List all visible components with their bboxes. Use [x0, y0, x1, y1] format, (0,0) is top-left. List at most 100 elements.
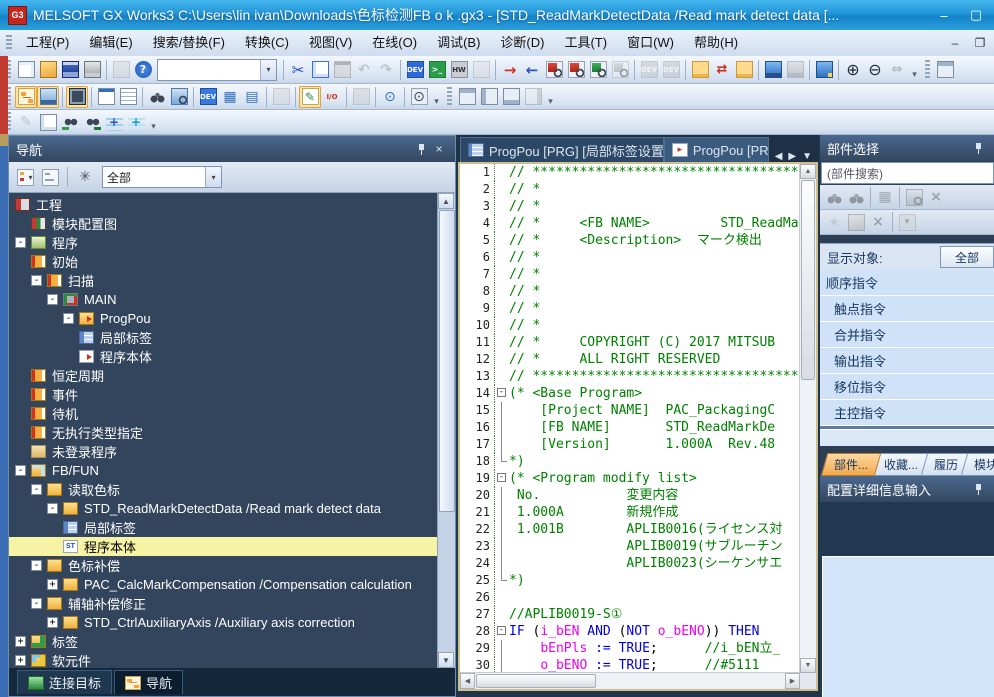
tab-parts[interactable]: 部件... — [821, 453, 882, 476]
favorite-delete-button[interactable]: × — [867, 211, 889, 233]
tree-item[interactable]: 程序本体 — [9, 347, 438, 366]
tree-item[interactable]: -ProgPou — [9, 309, 438, 328]
fold-marker[interactable] — [495, 402, 509, 419]
toolbar-grip[interactable] — [925, 60, 930, 80]
fold-marker[interactable] — [495, 657, 509, 673]
module-configuration-button[interactable] — [66, 86, 88, 108]
menu-item-window[interactable]: 窗口(W) — [617, 31, 684, 55]
list-item[interactable]: 输出指令 — [820, 348, 994, 374]
rebuild-all-button[interactable]: ← — [521, 59, 543, 81]
collapse-icon[interactable]: - — [497, 388, 506, 397]
window-arrange-button[interactable] — [522, 86, 544, 108]
st-editor-button[interactable] — [117, 86, 139, 108]
tab-scroll-right-icon[interactable]: ▶ — [788, 151, 796, 162]
tree-item[interactable]: 待机 — [9, 404, 438, 423]
fold-marker[interactable] — [495, 572, 509, 589]
device-comment-button[interactable]: DEV — [197, 86, 219, 108]
tree-scrollbar[interactable]: ▲ ▼ — [437, 193, 455, 668]
tree-expander-icon[interactable]: - — [31, 275, 42, 286]
tree-item[interactable]: 模块配置图 — [9, 214, 438, 233]
parts-list-view-button[interactable]: ▦ — [874, 186, 896, 208]
list-item[interactable]: 触点指令 — [820, 296, 994, 322]
navigation-window-button[interactable] — [15, 86, 37, 108]
tree-item[interactable]: 局部标签 — [9, 518, 438, 537]
fold-marker[interactable]: - — [495, 385, 509, 402]
statement-button[interactable] — [689, 59, 711, 81]
code-line[interactable]: 3// * — [460, 198, 800, 215]
window-tile-vertical-button[interactable] — [478, 86, 500, 108]
code-line[interactable]: 2// * — [460, 181, 800, 198]
tree-expander-icon[interactable]: - — [15, 237, 26, 248]
code-line[interactable]: 17 [Version] 1.000A Rev.48 — [460, 436, 800, 453]
find-next-button[interactable] — [81, 111, 103, 133]
tree-item[interactable]: -MAIN — [9, 290, 438, 309]
code-line[interactable]: 11// * COPYRIGHT (C) 2017 MITSUB — [460, 334, 800, 351]
code-line[interactable]: 12// * ALL RIGHT RESERVED — [460, 351, 800, 368]
pin-icon[interactable] — [969, 480, 987, 498]
tree-expander-icon[interactable]: - — [31, 484, 42, 495]
fold-marker[interactable] — [495, 436, 509, 453]
help-button[interactable]: ? — [132, 59, 154, 81]
tree-item[interactable]: 初始 — [9, 252, 438, 271]
tab-progpou-program-body[interactable]: ▸ProgPou [PR( — [664, 137, 769, 162]
st-code-area[interactable]: 1// ************************************… — [460, 164, 800, 673]
code-line[interactable]: 10// * — [460, 317, 800, 334]
note-button[interactable] — [733, 59, 755, 81]
parts-filter-button[interactable] — [903, 186, 925, 208]
scroll-down-icon[interactable]: ▼ — [438, 652, 454, 668]
monitor-write-button[interactable] — [813, 59, 835, 81]
find-previous-button[interactable] — [59, 111, 81, 133]
tree-item[interactable]: 恒定周期 — [9, 366, 438, 385]
device-search-button[interactable] — [543, 59, 565, 81]
ladder-editor-button[interactable] — [95, 86, 117, 108]
close-icon[interactable]: × — [430, 140, 448, 158]
tab-navigation[interactable]: 导航 — [114, 670, 183, 694]
maximize-button[interactable]: ▢ — [962, 5, 990, 25]
pin-icon[interactable] — [412, 140, 430, 158]
menu-item-project[interactable]: 工程(P) — [16, 31, 79, 55]
menu-item-edit[interactable]: 编辑(E) — [79, 31, 142, 55]
tab-scroll-left-icon[interactable]: ◀ — [775, 151, 783, 162]
menu-item-debug[interactable]: 调试(B) — [427, 31, 490, 55]
tab-list-menu-icon[interactable]: ▼ — [802, 151, 812, 162]
fold-marker[interactable] — [495, 419, 509, 436]
zoom-in-button[interactable]: ⊕ — [842, 59, 864, 81]
tree-expander-icon[interactable]: - — [31, 598, 42, 609]
tree-expander-icon[interactable]: - — [47, 503, 58, 514]
code-line[interactable]: 14-(* <Base Program> — [460, 385, 800, 402]
print-button[interactable] — [81, 59, 103, 81]
chevron-down-icon[interactable]: ▾ — [205, 167, 221, 187]
favorite-add-button[interactable]: ★ — [823, 211, 845, 233]
tree-item[interactable]: 工程 — [9, 195, 438, 214]
fold-marker[interactable]: - — [495, 470, 509, 487]
favorite-folder-button[interactable] — [845, 211, 867, 233]
tree-display-mode-button[interactable]: ▾ — [14, 166, 36, 188]
device-memory-button[interactable]: ▦ — [219, 86, 241, 108]
comment-edit-button[interactable]: ✎ — [15, 111, 37, 133]
fold-marker[interactable] — [495, 521, 509, 538]
parts-search-input[interactable]: (部件搜索) — [821, 162, 994, 184]
toolbar-overflow-button[interactable]: ▾ — [430, 87, 443, 107]
fold-marker[interactable] — [495, 487, 509, 504]
editor-vscroll-thumb[interactable] — [801, 180, 815, 380]
cross-reference-button[interactable] — [609, 59, 631, 81]
monitor-stop-button[interactable] — [784, 59, 806, 81]
code-line[interactable]: 25*) — [460, 572, 800, 589]
device-display-button[interactable]: ⊙ — [379, 86, 401, 108]
find-button[interactable] — [146, 86, 168, 108]
toolbar-overflow-button[interactable]: ▾ — [544, 87, 557, 107]
code-line[interactable]: 1// ************************************… — [460, 164, 800, 181]
undo-button[interactable]: ↶ — [353, 59, 375, 81]
code-line[interactable]: 27//APLIB0019-S① — [460, 606, 800, 623]
write-to-plc-button[interactable]: HW — [448, 59, 470, 81]
code-line[interactable]: 21 1.000A 新規作成 — [460, 504, 800, 521]
code-line[interactable]: 18*) — [460, 453, 800, 470]
minimize-button[interactable]: – — [930, 5, 958, 25]
element-selection-window-button[interactable] — [37, 86, 59, 108]
zoom-out-button[interactable]: ⊖ — [864, 59, 886, 81]
editor-vertical-scrollbar[interactable]: ▲ ▼ — [799, 164, 816, 673]
tree-item[interactable]: -读取色标 — [9, 480, 438, 499]
tree-item[interactable]: 事件 — [9, 385, 438, 404]
string-search-button[interactable] — [587, 59, 609, 81]
new-project-button[interactable] — [15, 59, 37, 81]
